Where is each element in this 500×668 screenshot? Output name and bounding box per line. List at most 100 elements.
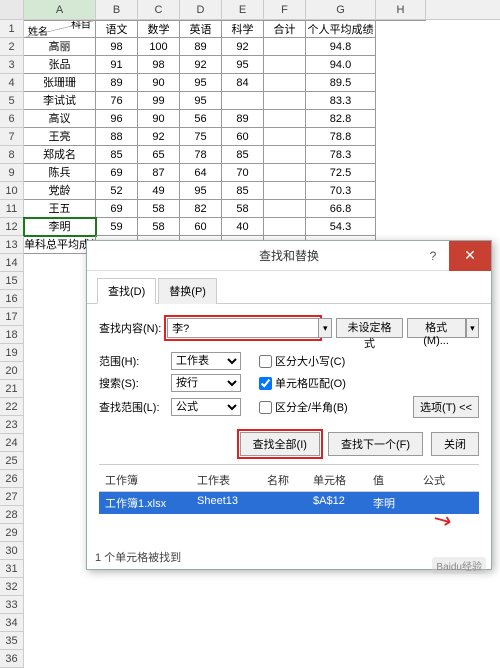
cell[interactable]: 89 <box>222 110 264 128</box>
cell[interactable]: 89.5 <box>306 74 376 92</box>
cell[interactable]: 个人平均成绩 <box>306 20 376 38</box>
cell[interactable]: 58 <box>138 200 180 218</box>
cell[interactable]: 95 <box>180 182 222 200</box>
cell[interactable]: 党龄 <box>24 182 96 200</box>
cell[interactable]: 90 <box>138 110 180 128</box>
row-header[interactable]: 30 <box>0 542 24 560</box>
cell[interactable]: 99 <box>138 92 180 110</box>
row-header[interactable]: 26 <box>0 470 24 488</box>
cell[interactable]: 69 <box>96 200 138 218</box>
cell[interactable]: 88 <box>96 128 138 146</box>
cell[interactable]: 66.8 <box>306 200 376 218</box>
cell[interactable]: 100 <box>138 38 180 56</box>
row-header[interactable]: 12 <box>0 218 24 236</box>
cell[interactable]: 78.3 <box>306 146 376 164</box>
cell[interactable]: 40 <box>222 218 264 236</box>
row-header[interactable]: 14 <box>0 254 24 272</box>
match-whole-check[interactable]: 单元格匹配(O) <box>259 375 346 391</box>
cell[interactable]: 70 <box>222 164 264 182</box>
col-C[interactable]: C <box>138 0 180 19</box>
cell[interactable]: 72.5 <box>306 164 376 182</box>
cell[interactable]: 54.3 <box>306 218 376 236</box>
cell[interactable]: 82.8 <box>306 110 376 128</box>
cell[interactable] <box>264 128 306 146</box>
cell[interactable]: 83.3 <box>306 92 376 110</box>
dialog-title-bar[interactable]: 查找和替换 ? ✕ <box>87 241 491 271</box>
find-dropdown-icon[interactable]: ▾ <box>319 318 332 338</box>
row-header[interactable]: 10 <box>0 182 24 200</box>
row-header[interactable]: 28 <box>0 506 24 524</box>
row-header[interactable]: 24 <box>0 434 24 452</box>
row-header[interactable]: 15 <box>0 272 24 290</box>
cell[interactable]: 91 <box>96 56 138 74</box>
cell[interactable]: 张品 <box>24 56 96 74</box>
find-next-button[interactable]: 查找下一个(F) <box>328 432 423 456</box>
cell[interactable]: 92 <box>180 56 222 74</box>
row-header[interactable]: 13 <box>0 236 24 254</box>
help-icon[interactable]: ? <box>419 241 447 271</box>
lookin-select[interactable]: 公式 <box>171 398 241 416</box>
cell[interactable]: 89 <box>96 74 138 92</box>
cell[interactable] <box>264 110 306 128</box>
cell[interactable]: 陈兵 <box>24 164 96 182</box>
cell[interactable]: 78.8 <box>306 128 376 146</box>
cell[interactable]: 郑成名 <box>24 146 96 164</box>
col-B[interactable]: B <box>96 0 138 19</box>
row-header[interactable]: 19 <box>0 344 24 362</box>
row-header[interactable]: 22 <box>0 398 24 416</box>
cell[interactable]: 76 <box>96 92 138 110</box>
cell[interactable]: 75 <box>180 128 222 146</box>
cell[interactable]: 52 <box>96 182 138 200</box>
cell[interactable]: 94.0 <box>306 56 376 74</box>
row-header[interactable]: 34 <box>0 614 24 632</box>
row-header[interactable]: 20 <box>0 362 24 380</box>
cell[interactable]: 英语 <box>180 20 222 38</box>
row-header[interactable]: 29 <box>0 524 24 542</box>
row-header[interactable]: 11 <box>0 200 24 218</box>
cell[interactable] <box>264 92 306 110</box>
cell[interactable]: 科目姓名 <box>24 20 96 38</box>
cell[interactable]: 92 <box>138 128 180 146</box>
scope-select[interactable]: 工作表 <box>171 352 241 370</box>
cell[interactable] <box>264 56 306 74</box>
cell[interactable]: 98 <box>96 38 138 56</box>
cell[interactable]: 87 <box>138 164 180 182</box>
cell[interactable]: 59 <box>96 218 138 236</box>
cell[interactable] <box>264 74 306 92</box>
cell[interactable]: 语文 <box>96 20 138 38</box>
options-toggle[interactable]: 选项(T) << <box>413 396 479 418</box>
cell[interactable]: 张珊珊 <box>24 74 96 92</box>
cell[interactable]: 94.8 <box>306 38 376 56</box>
cell[interactable]: 92 <box>222 38 264 56</box>
match-case-check[interactable]: 区分大小写(C) <box>259 353 345 369</box>
cell[interactable]: 85 <box>222 182 264 200</box>
cell[interactable]: 王亮 <box>24 128 96 146</box>
cell[interactable] <box>264 182 306 200</box>
row-header[interactable]: 1 <box>0 20 24 38</box>
cell[interactable]: 78 <box>180 146 222 164</box>
find-all-button[interactable]: 查找全部(I) <box>240 432 320 456</box>
row-header[interactable]: 3 <box>0 56 24 74</box>
col-A[interactable]: A <box>24 0 96 19</box>
row-header[interactable]: 25 <box>0 452 24 470</box>
cell[interactable]: 95 <box>222 56 264 74</box>
cell[interactable]: 84 <box>222 74 264 92</box>
select-all-corner[interactable] <box>0 0 24 19</box>
cell[interactable]: 85 <box>222 146 264 164</box>
cell[interactable]: 56 <box>180 110 222 128</box>
cell[interactable]: 64 <box>180 164 222 182</box>
col-E[interactable]: E <box>222 0 264 19</box>
cell[interactable]: 58 <box>138 218 180 236</box>
row-header[interactable]: 5 <box>0 92 24 110</box>
cell[interactable]: 王五 <box>24 200 96 218</box>
col-F[interactable]: F <box>264 0 306 19</box>
col-G[interactable]: G <box>306 0 376 19</box>
cell[interactable]: 数学 <box>138 20 180 38</box>
cell[interactable]: 89 <box>180 38 222 56</box>
format-button[interactable]: 格式(M)... <box>407 318 466 338</box>
cell[interactable]: 70.3 <box>306 182 376 200</box>
row-header[interactable]: 2 <box>0 38 24 56</box>
col-D[interactable]: D <box>180 0 222 19</box>
row-header[interactable]: 36 <box>0 650 24 668</box>
row-header[interactable]: 7 <box>0 128 24 146</box>
